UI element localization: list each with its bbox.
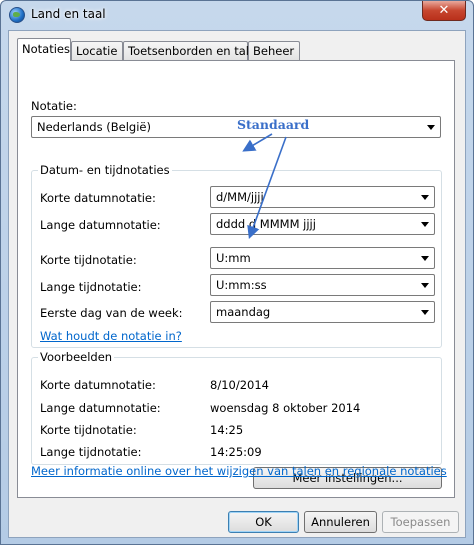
examples-legend: Voorbeelden: [38, 350, 115, 364]
chevron-down-icon: [421, 283, 429, 288]
tab-toetsenborden[interactable]: Toetsenborden en talen: [123, 41, 263, 60]
more-info-link[interactable]: Meer informatie online over het wijzigen…: [31, 464, 447, 478]
long-date-label: Lange datumnotatie:: [40, 218, 161, 232]
format-select[interactable]: Nederlands (België): [31, 116, 441, 138]
short-time-value: U:mm: [216, 251, 251, 265]
example-long-date-label: Lange datumnotatie:: [40, 401, 161, 415]
short-time-label: Korte tijdnotatie:: [40, 253, 137, 267]
first-day-value: maandag: [216, 305, 271, 319]
long-time-select[interactable]: U:mm:ss: [210, 274, 435, 296]
tab-locatie[interactable]: Locatie: [71, 41, 123, 60]
example-long-date-value: woensdag 8 oktober 2014: [210, 401, 361, 415]
chevron-down-icon: [421, 222, 429, 227]
tab-notaties[interactable]: Notaties: [17, 38, 71, 61]
apply-button[interactable]: Toepassen: [382, 511, 459, 533]
tab-panel-notaties: Notatie: Nederlands (België) Datum- en t…: [17, 60, 455, 498]
close-button[interactable]: ✕: [422, 1, 466, 21]
chevron-down-icon: [421, 310, 429, 315]
datetime-legend: Datum- en tijdnotaties: [38, 163, 172, 177]
notation-help-link[interactable]: Wat houdt de notatie in?: [40, 329, 182, 343]
short-date-label: Korte datumnotatie:: [40, 191, 156, 205]
close-icon: ✕: [438, 3, 450, 18]
long-time-value: U:mm:ss: [216, 278, 267, 292]
title-bar[interactable]: Land en taal ✕: [1, 1, 473, 29]
cancel-button[interactable]: Annuleren: [304, 511, 377, 533]
globe-icon: [9, 7, 25, 23]
example-short-time-value: 14:25: [210, 423, 244, 437]
chevron-down-icon: [421, 195, 429, 200]
first-day-select[interactable]: maandag: [210, 301, 435, 323]
chevron-down-icon: [427, 125, 435, 130]
ok-button[interactable]: OK: [228, 511, 299, 533]
format-label: Notatie:: [31, 99, 77, 113]
short-date-value: d/MM/jjjj: [216, 190, 264, 204]
dialog-client: Notaties Locatie Toetsenborden en talen …: [8, 30, 466, 538]
tab-beheer[interactable]: Beheer: [248, 41, 300, 60]
dialog-window: Land en taal ✕ Notaties Locatie Toetsenb…: [0, 0, 474, 545]
chevron-down-icon: [421, 256, 429, 261]
short-date-select[interactable]: d/MM/jjjj: [210, 186, 435, 208]
example-short-date-label: Korte datumnotatie:: [40, 378, 156, 392]
example-long-time-value: 14:25:09: [210, 445, 262, 459]
first-day-label: Eerste dag van de week:: [40, 306, 183, 320]
example-short-time-label: Korte tijdnotatie:: [40, 423, 137, 437]
annotation-label: Standaard: [237, 117, 310, 132]
window-title: Land en taal: [31, 7, 106, 21]
long-time-label: Lange tijdnotatie:: [40, 280, 142, 294]
short-time-select[interactable]: U:mm: [210, 247, 435, 269]
example-short-date-value: 8/10/2014: [210, 378, 269, 392]
format-value: Nederlands (België): [37, 120, 151, 134]
example-long-time-label: Lange tijdnotatie:: [40, 445, 142, 459]
long-date-value: dddd d MMMM jjjj: [216, 217, 316, 231]
long-date-select[interactable]: dddd d MMMM jjjj: [210, 213, 435, 235]
